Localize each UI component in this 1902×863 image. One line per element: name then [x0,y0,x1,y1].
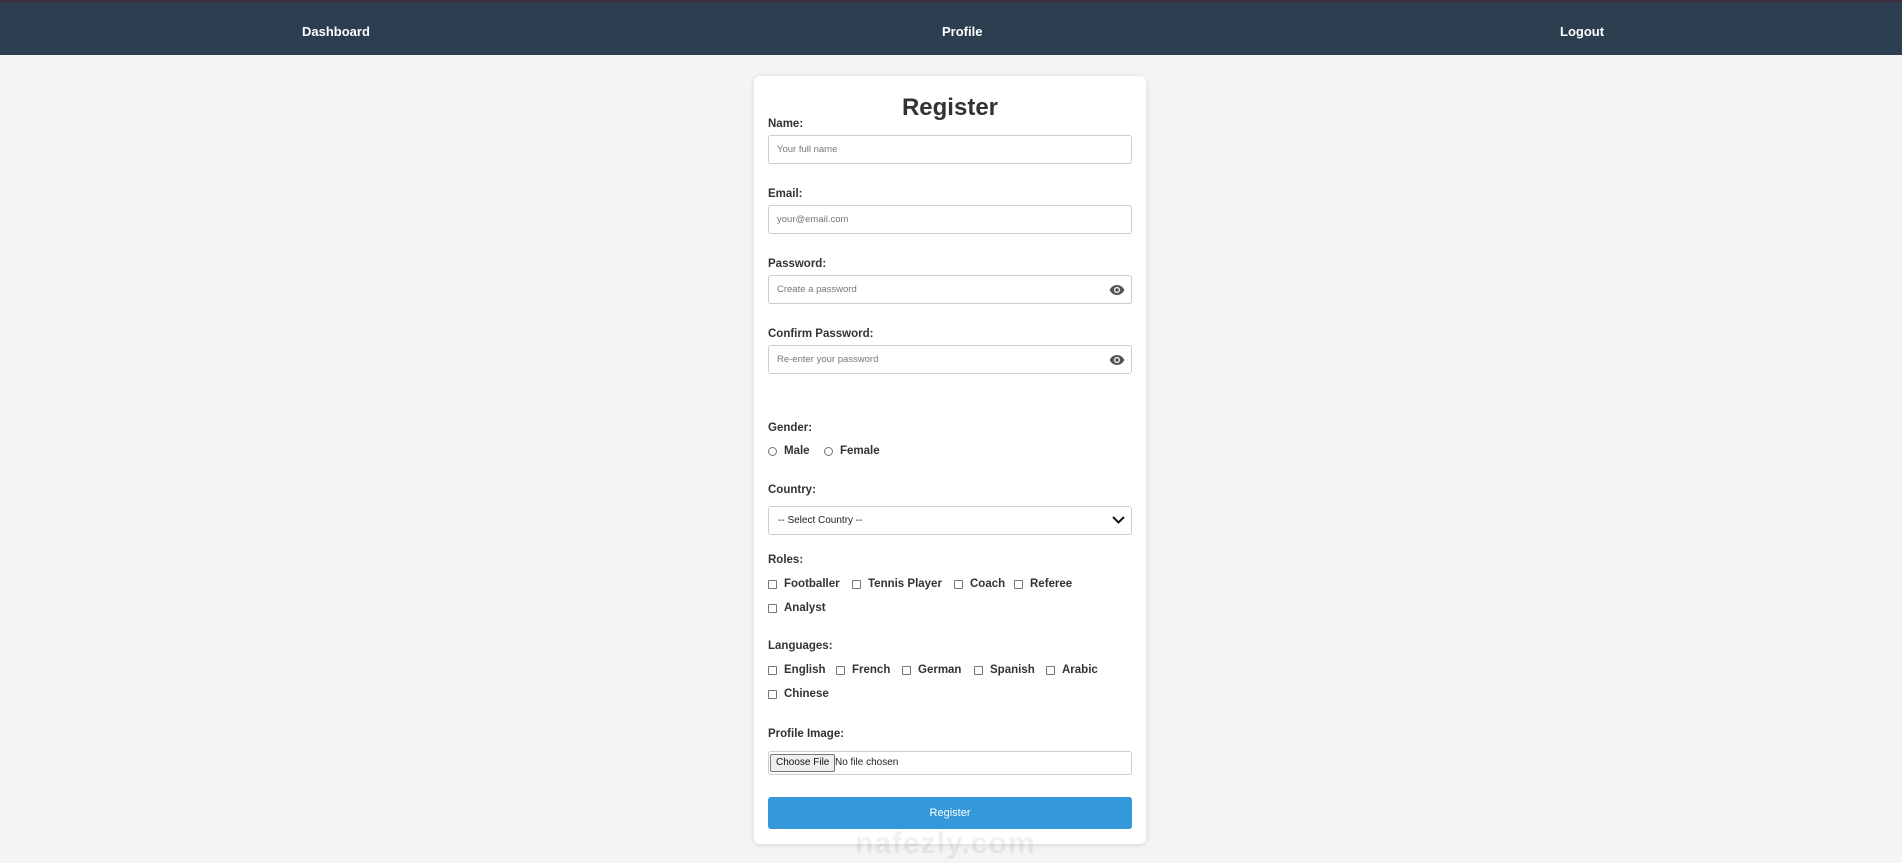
confirm-password-label: Confirm Password: [768,328,874,340]
name-input[interactable] [769,136,1131,163]
checkbox[interactable] [852,580,861,589]
country-selected-value: -- Select Country -- [778,515,863,526]
checkbox[interactable] [954,580,963,589]
checkbox[interactable] [902,666,911,675]
email-label: Email: [768,188,803,200]
country-select[interactable]: -- Select Country -- [768,506,1132,535]
confirm-password-input[interactable] [769,346,1131,373]
roles-label: Roles: [768,554,804,566]
languages-label: Languages: [768,640,833,652]
checkbox[interactable] [768,580,777,589]
password-field[interactable] [768,275,1132,304]
confirm-password-field[interactable] [768,345,1132,374]
password-input[interactable] [769,276,1131,303]
checkbox[interactable] [1046,666,1055,675]
eye-icon[interactable] [1109,283,1125,297]
register-card: Register Name: Email: Password: Confirm … [754,76,1146,844]
checkbox[interactable] [974,666,983,675]
form-title: Register [901,94,999,121]
nav-dashboard-link[interactable]: Dashboard [302,24,370,39]
email-input[interactable] [769,206,1131,233]
email-field[interactable] [768,205,1132,234]
radio-button[interactable] [768,447,777,456]
choose-file-button[interactable]: Choose File [770,754,836,772]
checkbox[interactable] [768,666,777,675]
password-label: Password: [768,258,827,270]
checkbox[interactable] [836,666,845,675]
name-field[interactable] [768,135,1132,164]
profile-image-file-input[interactable]: Choose File No file chosen [768,751,1132,775]
chevron-down-icon [1112,516,1125,524]
checkbox[interactable] [768,690,777,699]
radio-button[interactable] [824,447,833,456]
eye-icon[interactable] [1109,353,1125,367]
file-status-text: No file chosen [835,757,899,768]
name-label: Name: [768,118,804,130]
checkbox[interactable] [1014,580,1023,589]
country-label: Country: [768,484,816,496]
profile-image-label: Profile Image: [768,728,845,740]
gender-label: Gender: [768,422,813,434]
register-button[interactable]: Register [768,797,1132,829]
checkbox[interactable] [768,604,777,613]
nav-profile-link[interactable]: Profile [942,24,982,39]
top-navbar: Dashboard Profile Logout [0,0,1902,55]
nav-logout-link[interactable]: Logout [1560,24,1604,39]
